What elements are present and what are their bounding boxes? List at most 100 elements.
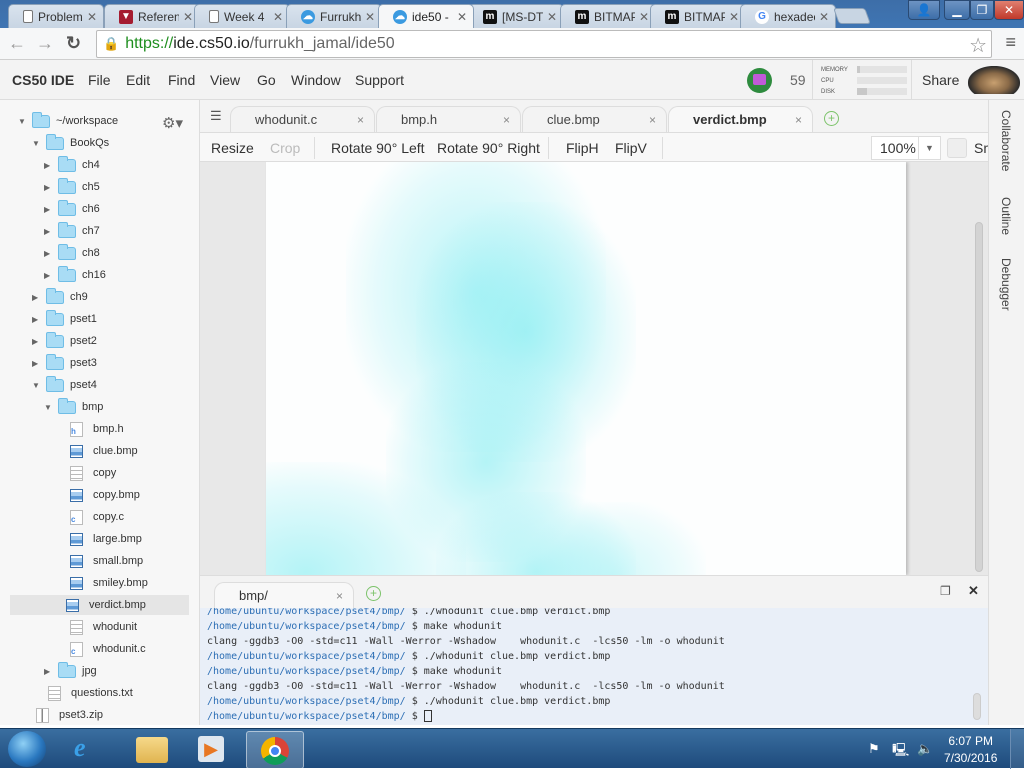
maximize-icon[interactable]: ❐: [940, 584, 951, 598]
new-tab-button[interactable]: [833, 8, 871, 24]
menu-edit[interactable]: Edit: [126, 72, 150, 88]
close-tab-icon[interactable]: ✕: [547, 10, 557, 24]
user-avatar[interactable]: [747, 68, 772, 93]
tab-bmp-h[interactable]: bmp.h ×: [376, 106, 521, 132]
tree-item[interactable]: copy.bmp: [70, 485, 140, 505]
tree-item[interactable]: ▶ pset1: [32, 309, 97, 329]
tree-item[interactable]: ▶ pset2: [32, 331, 97, 351]
close-tab-icon[interactable]: ✕: [87, 10, 97, 24]
tree-item[interactable]: ▼ BookQs: [32, 133, 109, 153]
gear-icon[interactable]: ⚙▾: [162, 114, 183, 132]
close-tab-icon[interactable]: ✕: [729, 10, 739, 24]
file-explorer-icon[interactable]: [136, 737, 168, 763]
network-icon[interactable]: 🖳: [892, 741, 909, 763]
browser-tab[interactable]: ☁ ide50 - ✕: [378, 4, 474, 28]
browser-tab[interactable]: Problem ✕: [8, 4, 104, 28]
restore-button[interactable]: ❐: [970, 0, 994, 20]
menu-window[interactable]: Window: [291, 72, 341, 88]
close-icon[interactable]: ×: [795, 113, 802, 127]
tab-terminal-bmp[interactable]: bmp/ ×: [214, 582, 354, 608]
tree-item[interactable]: ▶ ch9: [32, 287, 88, 307]
tree-item[interactable]: ▶ ch16: [44, 265, 106, 285]
forward-button[interactable]: →: [36, 33, 54, 54]
fliph-button[interactable]: FlipH: [566, 140, 599, 156]
close-icon[interactable]: ×: [336, 589, 343, 603]
close-tab-icon[interactable]: ✕: [639, 10, 649, 24]
flipv-button[interactable]: FlipV: [615, 140, 647, 156]
browser-tab[interactable]: m BITMAP ✕: [560, 4, 656, 28]
share-button[interactable]: Share: [922, 72, 959, 88]
caret-right-icon[interactable]: ▶: [44, 667, 54, 676]
menu-go[interactable]: Go: [257, 72, 276, 88]
tree-item[interactable]: ▶ ch5: [44, 177, 100, 197]
tree-item[interactable]: ▶ jpg: [44, 661, 97, 681]
tab-whodunit-c[interactable]: whodunit.c ×: [230, 106, 375, 132]
profile-button[interactable]: 👤: [908, 0, 940, 20]
terminal-output[interactable]: /home/ubuntu/workspace/pset4/bmp/ $ ./wh…: [200, 608, 988, 725]
close-tab-icon[interactable]: ✕: [819, 10, 829, 24]
tree-item[interactable]: ▶ ch7: [44, 221, 100, 241]
minimize-button[interactable]: ▁: [944, 0, 970, 20]
browser-tab[interactable]: ▼ Reference ✕: [104, 4, 200, 28]
close-tab-icon[interactable]: ✕: [273, 10, 283, 24]
close-tab-icon[interactable]: ✕: [183, 10, 193, 24]
caret-down-icon[interactable]: ▼: [32, 139, 42, 148]
chrome-menu-icon[interactable]: ≡: [1005, 32, 1016, 53]
tree-item[interactable]: ▼ ~/workspace: [18, 111, 118, 131]
zoom-select[interactable]: 100% ▼: [871, 136, 941, 160]
menu-view[interactable]: View: [210, 72, 240, 88]
close-panel-icon[interactable]: ✕: [968, 583, 979, 599]
tree-item[interactable]: ▼ pset4: [32, 375, 97, 395]
terminal-scrollbar[interactable]: [973, 693, 981, 720]
tree-item[interactable]: large.bmp: [70, 529, 142, 549]
browser-tab[interactable]: m BITMAP ✕: [650, 4, 746, 28]
chevron-down-icon[interactable]: ▼: [918, 137, 940, 159]
resize-button[interactable]: Resize: [211, 140, 254, 156]
tree-item[interactable]: copy: [70, 463, 116, 483]
caret-right-icon[interactable]: ▶: [44, 227, 54, 236]
ide-brand[interactable]: CS50 IDE: [12, 72, 74, 88]
collaborate-tab[interactable]: Collaborate: [999, 110, 1013, 171]
browser-tab[interactable]: Week 4 ✕: [194, 4, 290, 28]
smooth-checkbox[interactable]: [947, 138, 967, 158]
vertical-scrollbar[interactable]: [975, 222, 983, 572]
caret-right-icon[interactable]: ▶: [44, 183, 54, 192]
add-tab-icon[interactable]: +: [824, 111, 839, 126]
chrome-taskbar-button[interactable]: [246, 731, 304, 769]
browser-tab[interactable]: m [MS-DTYP] ✕: [468, 4, 564, 28]
tree-item[interactable]: ▶ pset3: [32, 353, 97, 373]
tree-item[interactable]: small.bmp: [70, 551, 143, 571]
address-bar[interactable]: 🔒 https://ide.cs50.io/furrukh_jamal/ide5…: [96, 30, 992, 58]
tree-item[interactable]: verdict.bmp: [10, 595, 189, 615]
menu-support[interactable]: Support: [355, 72, 404, 88]
browser-tab[interactable]: Ghexadecimal ✕: [740, 4, 836, 28]
tree-item[interactable]: ▶ ch8: [44, 243, 100, 263]
internet-explorer-icon[interactable]: e: [74, 733, 106, 765]
tree-item[interactable]: ▼ bmp: [44, 397, 103, 417]
back-button[interactable]: ←: [8, 33, 26, 54]
show-desktop-button[interactable]: [1010, 729, 1024, 769]
caret-right-icon[interactable]: ▶: [44, 205, 54, 214]
rotate-right-button[interactable]: Rotate 90° Right: [437, 140, 540, 156]
close-icon[interactable]: ×: [649, 113, 656, 127]
tree-item[interactable]: ▶ ch4: [44, 155, 100, 175]
caret-right-icon[interactable]: ▶: [44, 249, 54, 258]
menu-find[interactable]: Find: [168, 72, 195, 88]
tab-clue-bmp[interactable]: clue.bmp ×: [522, 106, 667, 132]
tree-item[interactable]: c copy.c: [70, 507, 124, 527]
bookmark-star-icon[interactable]: ☆: [969, 33, 987, 58]
tree-item[interactable]: questions.txt: [48, 683, 133, 703]
tree-item[interactable]: h bmp.h: [70, 419, 124, 439]
caret-right-icon[interactable]: ▶: [32, 315, 42, 324]
tree-item[interactable]: clue.bmp: [70, 441, 138, 461]
tree-item[interactable]: c whodunit.c: [70, 639, 146, 659]
rotate-left-button[interactable]: Rotate 90° Left: [331, 140, 425, 156]
menu-file[interactable]: File: [88, 72, 111, 88]
tree-item[interactable]: pset3.zip: [36, 705, 103, 725]
tab-list-icon[interactable]: ☰: [210, 108, 222, 124]
media-player-icon[interactable]: ▶: [198, 736, 224, 762]
caret-down-icon[interactable]: ▼: [32, 381, 42, 390]
tree-item[interactable]: whodunit: [70, 617, 137, 637]
caret-down-icon[interactable]: ▼: [18, 117, 28, 126]
debugger-tab[interactable]: Debugger: [999, 258, 1013, 311]
